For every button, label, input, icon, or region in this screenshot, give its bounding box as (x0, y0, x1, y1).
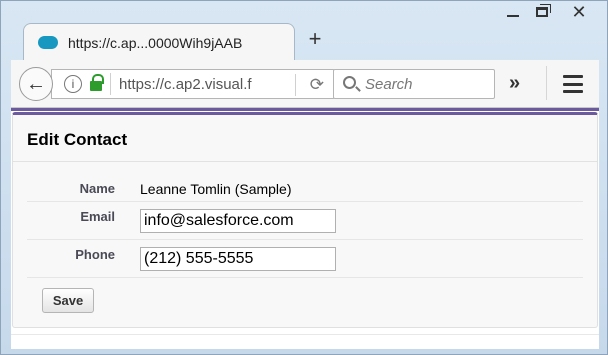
menu-button[interactable] (563, 75, 583, 93)
edit-contact-panel: Edit Contact Name Leanne Tomlin (Sample)… (12, 112, 598, 328)
row-divider (27, 277, 583, 278)
title-divider (13, 161, 597, 162)
email-label: Email (80, 209, 115, 224)
menu-icon-bar (563, 82, 583, 86)
name-label: Name (79, 181, 115, 196)
window-controls: ✕ (499, 1, 601, 25)
maximize-button[interactable] (528, 1, 555, 23)
search-placeholder: Search (365, 75, 413, 93)
maximize-icon (535, 4, 551, 17)
email-field[interactable] (140, 209, 336, 233)
tab-active[interactable]: https://c.ap...0000Wih9jAAB (23, 23, 295, 61)
name-value: Leanne Tomlin (Sample) (140, 181, 292, 197)
page-title: Edit Contact (27, 130, 128, 149)
page-content: Edit Contact Name Leanne Tomlin (Sample)… (11, 111, 599, 349)
back-button[interactable]: ← (19, 67, 53, 101)
lock-icon[interactable] (90, 74, 104, 91)
overflow-button[interactable]: » (509, 72, 520, 95)
menu-icon-bar (563, 75, 583, 78)
new-tab-button[interactable]: + (303, 27, 327, 51)
salesforce-cloud-icon (38, 36, 58, 49)
url-separator (110, 73, 111, 95)
row-divider (27, 239, 583, 240)
minimize-button[interactable] (499, 1, 526, 23)
info-icon[interactable]: i (64, 75, 82, 93)
browser-window: ✕ https://c.ap...0000Wih9jAAB + i https:… (0, 0, 608, 355)
url-bar[interactable]: i https://c.ap2.visual.f ⟳ (51, 69, 335, 99)
row-divider (27, 201, 583, 202)
reload-separator (295, 74, 296, 96)
tab-title: https://c.ap...0000Wih9jAAB (68, 34, 243, 51)
close-window-button[interactable]: ✕ (557, 1, 601, 23)
phone-label: Phone (75, 247, 115, 262)
navigation-toolbar: i https://c.ap2.visual.f ⟳ ← Search » (11, 60, 599, 108)
phone-field[interactable] (140, 247, 336, 271)
menu-icon-bar (563, 90, 583, 93)
search-icon (343, 76, 356, 89)
search-bar[interactable]: Search (333, 69, 495, 99)
reload-icon[interactable]: ⟳ (310, 75, 324, 95)
back-arrow-icon: ← (26, 72, 46, 95)
url-text[interactable]: https://c.ap2.visual.f (119, 76, 289, 93)
toolbar-separator (546, 66, 547, 100)
page-bottom (11, 334, 599, 349)
minimize-icon (506, 15, 519, 17)
save-button[interactable]: Save (42, 288, 94, 313)
